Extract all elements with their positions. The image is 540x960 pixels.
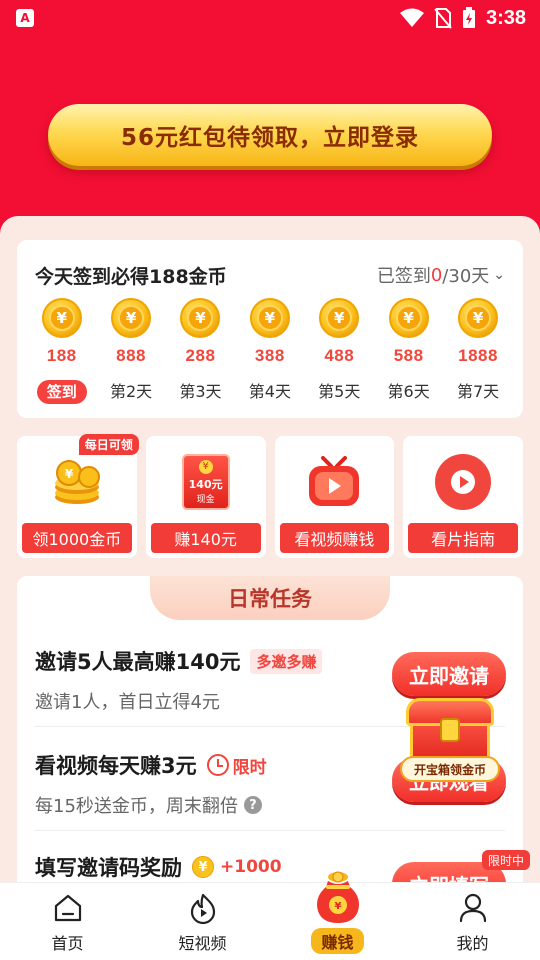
daily-badge: 每日可领 [78, 434, 139, 455]
task-reward: +1000 [220, 857, 282, 877]
shortcut-cash[interactable]: ¥ 140元 现金 赚140元 [145, 436, 266, 558]
day-label: 第6天 [387, 382, 430, 401]
nav-label: 首页 [51, 934, 84, 953]
invite-button[interactable]: 立即邀请 [392, 652, 506, 696]
day-label: 第4天 [248, 382, 291, 401]
checkin-status-count: 0 [430, 264, 443, 286]
checkin-status-prefix: 已签到 [376, 266, 431, 287]
coin-icon: ¥ [192, 856, 214, 878]
tv-play-icon [304, 452, 364, 512]
checkin-card: 今天签到必得188金币 已签到 0 /30天 ⌄ ¥ 188 签到 ¥ 888 … [17, 240, 523, 418]
app-a-icon: A [16, 9, 34, 27]
nav-earn[interactable]: ¥ 赚钱 [270, 871, 405, 960]
checkin-day-5: ¥ 488 第5天 [305, 298, 374, 404]
coin-icon: ¥ [319, 298, 360, 338]
shortcut-coins[interactable]: 每日可领 ¥ 领1000金币 [17, 434, 139, 558]
wifi-icon [399, 8, 424, 27]
day-amount: 588 [393, 346, 424, 365]
checkin-days: ¥ 188 签到 ¥ 888 第2天 ¥ 288 第3天 ¥ 388 第4天 ¥… [27, 298, 513, 404]
coin-icon: ¥ [458, 298, 499, 338]
task-tag: 限时 [206, 753, 267, 778]
day-label: 第7天 [456, 382, 500, 401]
money-bag-icon: ¥ [316, 871, 359, 923]
day-amount: 488 [324, 346, 355, 365]
red-packet-amount: 140元 [188, 477, 223, 491]
limited-label: 限时 [232, 757, 267, 778]
daily-tasks-header: 日常任务 [150, 576, 390, 620]
day-amount: 1888 [458, 346, 498, 365]
bottom-nav: 首页 短视频 ¥ 赚钱 我的 [0, 871, 540, 960]
shortcut-label: 看片指南 [408, 523, 518, 553]
lock-icon [440, 718, 460, 742]
checkin-day-1[interactable]: ¥ 188 签到 [27, 298, 96, 404]
nav-short-video[interactable]: 短视频 [135, 883, 270, 960]
status-bar: A 3:38 [0, 0, 540, 36]
shortcut-row: 每日可领 ¥ 领1000金币 ¥ 140元 现金 赚140元 看视频赚钱 看片指… [17, 434, 523, 558]
battery-charging-icon [462, 7, 475, 28]
shortcut-label: 看视频赚钱 [279, 523, 390, 553]
day-label: 第3天 [179, 382, 222, 401]
task-tag: 多邀多赚 [250, 648, 323, 674]
day-amount: 888 [116, 346, 147, 365]
day-amount: 188 [46, 346, 77, 365]
checkin-button[interactable]: 签到 [36, 380, 87, 404]
help-icon[interactable]: ? [243, 796, 262, 814]
checkin-title: 今天签到必得188金币 [35, 266, 227, 288]
login-banner-button[interactable]: 56元红包待领取，立即登录 [48, 104, 492, 166]
day-amount: 388 [254, 346, 285, 365]
day-amount: 288 [185, 346, 216, 365]
red-packet-icon: ¥ 140元 现金 [176, 452, 236, 512]
checkin-day-6: ¥ 588 第6天 [374, 298, 443, 404]
checkin-status[interactable]: 已签到 0 /30天 ⌄ [377, 262, 505, 288]
task-title: 邀请5人最高赚140元 [35, 650, 241, 674]
user-icon [459, 893, 486, 923]
status-time: 3:38 [485, 6, 526, 29]
nav-label: 我的 [456, 934, 489, 953]
task-desc: 每15秒送金币，周末翻倍 [35, 796, 238, 817]
coin-icon: ¥ [388, 298, 429, 338]
shortcut-label: 赚140元 [150, 523, 261, 553]
svg-text:¥: ¥ [334, 901, 341, 912]
treasure-label: 开宝箱领金币 [400, 756, 500, 782]
home-icon [54, 894, 81, 922]
day-label: 第2天 [109, 382, 153, 401]
svg-text:¥: ¥ [65, 467, 74, 481]
login-banner-label: 56元红包待领取，立即登录 [120, 125, 419, 151]
coin-icon: ¥ [180, 298, 221, 338]
limited-badge: 限时中 [481, 850, 530, 870]
checkin-day-4: ¥ 388 第4天 [235, 298, 304, 404]
shortcut-guide[interactable]: 看片指南 [403, 436, 523, 558]
checkin-day-3: ¥ 288 第3天 [166, 298, 235, 404]
coin-stack-icon: ¥ [47, 452, 107, 512]
treasure-chest-button[interactable]: 开宝箱领金币 [400, 698, 500, 794]
clock-icon [206, 754, 229, 776]
flame-icon [190, 893, 215, 924]
nav-profile[interactable]: 我的 [405, 883, 540, 960]
task-title: 填写邀请码奖励 [35, 856, 182, 880]
divider [35, 830, 505, 831]
shortcut-video-earn[interactable]: 看视频赚钱 [274, 436, 395, 558]
shortcut-label: 领1000金币 [22, 523, 132, 553]
no-sim-icon [434, 8, 452, 29]
nav-home[interactable]: 首页 [0, 883, 135, 960]
chevron-down-icon: ⌄ [493, 267, 505, 283]
coin-icon: ¥ [249, 298, 290, 338]
day-label: 第5天 [318, 382, 361, 401]
play-circle-icon [433, 452, 493, 512]
checkin-day-2: ¥ 888 第2天 [96, 298, 165, 404]
red-packet-subtext: 现金 [196, 494, 215, 505]
checkin-status-suffix: /30天 [442, 266, 490, 287]
nav-label: 短视频 [178, 934, 227, 953]
task-title: 看视频每天赚3元 [35, 754, 197, 778]
nav-label: 赚钱 [311, 928, 364, 954]
checkin-day-7: ¥ 1888 第7天 [443, 298, 512, 404]
coin-icon: ¥ [41, 298, 82, 338]
coin-icon: ¥ [111, 298, 152, 338]
